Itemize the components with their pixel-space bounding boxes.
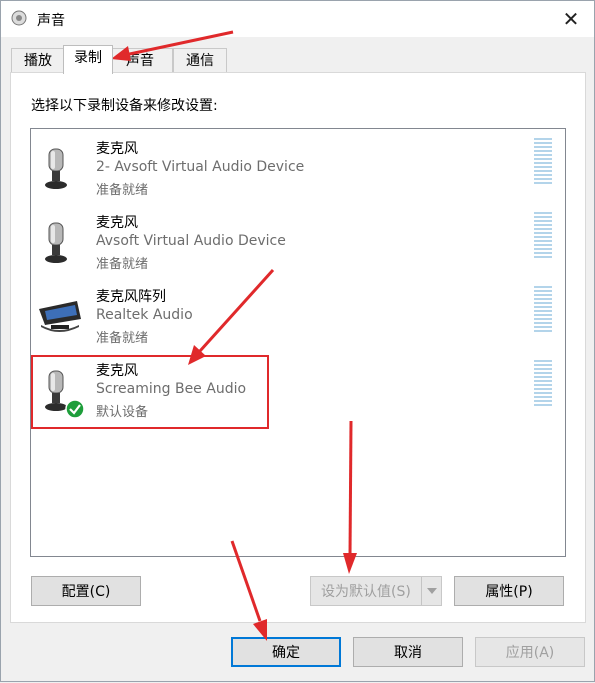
tab-playback[interactable]: 播放	[11, 48, 65, 73]
microphone-array-icon	[39, 301, 81, 332]
microphone-icon	[45, 148, 67, 189]
level-meter	[534, 360, 552, 408]
device-name: 麦克风	[96, 215, 138, 231]
level-meter	[534, 138, 552, 186]
properties-button[interactable]: 属性(P)	[454, 576, 564, 606]
set-default-label: 设为默认值(S)	[321, 584, 411, 600]
tab-communications[interactable]: 通信	[173, 48, 227, 73]
cancel-button[interactable]: 取消	[353, 637, 463, 667]
device-description: 2- Avsoft Virtual Audio Device	[96, 159, 305, 175]
level-meter	[534, 286, 552, 334]
device-status: 准备就绪	[96, 331, 149, 346]
device-description: Avsoft Virtual Audio Device	[96, 233, 286, 249]
sound-dialog: 声音 ✕ 播放 录制 声音 通信 选择以下录制设备来修改设置: 麦克风 2- A…	[0, 0, 595, 682]
window-title: 声音	[37, 13, 65, 29]
device-name: 麦克风	[96, 141, 138, 157]
tab-sounds[interactable]: 声音	[111, 48, 173, 72]
instruction-label: 选择以下录制设备来修改设置:	[31, 98, 218, 114]
speaker-icon	[11, 10, 27, 26]
set-default-button[interactable]: 设为默认值(S)	[310, 576, 442, 606]
microphone-icon	[45, 222, 67, 263]
chevron-down-icon[interactable]	[421, 577, 441, 605]
device-item[interactable]: 麦克风阵列 Realtek Audio 准备就绪	[31, 277, 565, 347]
title-bar: 声音 ✕	[1, 1, 594, 37]
close-button[interactable]: ✕	[548, 1, 594, 37]
device-item[interactable]: 麦克风 2- Avsoft Virtual Audio Device 准备就绪	[31, 129, 565, 199]
device-status: 准备就绪	[96, 257, 149, 272]
ok-button[interactable]: 确定	[231, 637, 341, 667]
apply-button[interactable]: 应用(A)	[475, 637, 585, 667]
device-name: 麦克风阵列	[96, 289, 166, 305]
device-item[interactable]: 麦克风 Avsoft Virtual Audio Device 准备就绪	[31, 203, 565, 273]
device-list[interactable]: 麦克风 2- Avsoft Virtual Audio Device 准备就绪 …	[30, 128, 566, 557]
device-description: Realtek Audio	[96, 307, 193, 323]
tab-recording[interactable]: 录制	[63, 45, 113, 74]
annotation-highlight-box	[31, 355, 269, 429]
configure-button[interactable]: 配置(C)	[31, 576, 141, 606]
level-meter	[534, 212, 552, 260]
close-icon: ✕	[562, 7, 580, 31]
device-status: 准备就绪	[96, 183, 149, 198]
